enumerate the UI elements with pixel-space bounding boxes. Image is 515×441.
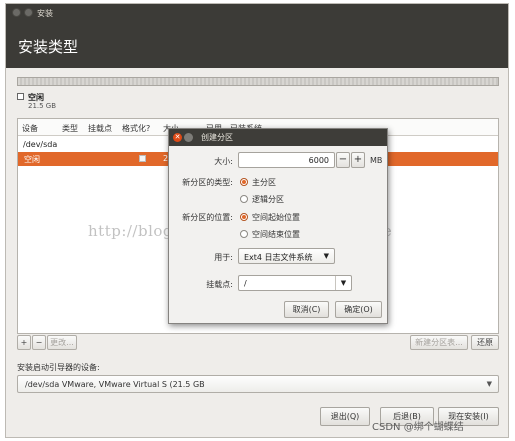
mount-point-value: /	[244, 279, 247, 288]
dropdown-arrow-icon: ▼	[323, 252, 329, 260]
window-title: 安装	[37, 9, 53, 18]
size-unit: MB	[370, 156, 383, 165]
table-row-device[interactable]: /dev/sda	[23, 140, 57, 149]
dropdown-arrow-icon[interactable]: ▼	[335, 276, 351, 290]
use-as-value: Ext4 日志文件系统	[244, 253, 313, 262]
add-partition-button[interactable]: +	[17, 335, 31, 350]
type-label: 新分区的类型:	[182, 178, 233, 187]
location-end-label[interactable]: 空间结束位置	[252, 229, 300, 240]
column-header-device[interactable]: 设备	[22, 123, 38, 134]
window-titlebar: 安装 安装类型	[6, 4, 508, 68]
size-label: 大小:	[214, 157, 233, 166]
use-as-label: 用于:	[214, 253, 233, 262]
use-as-select[interactable]: Ext4 日志文件系统 ▼	[238, 248, 335, 264]
location-start-radio[interactable]	[240, 213, 248, 221]
primary-partition-label[interactable]: 主分区	[252, 177, 276, 188]
column-header-format[interactable]: 格式化?	[122, 123, 150, 134]
boot-loader-select[interactable]: /dev/sda VMware, VMware Virtual S (21.5 …	[17, 375, 499, 393]
mount-point-label: 挂载点:	[206, 280, 233, 289]
dialog-close-icon[interactable]: ✕	[173, 133, 182, 142]
dialog-minimize-icon[interactable]	[184, 133, 193, 142]
size-input[interactable]: 6000	[238, 152, 335, 168]
free-space-color-swatch	[17, 93, 24, 100]
column-header-type[interactable]: 类型	[62, 123, 78, 134]
mount-point-combo[interactable]: / ▼	[238, 275, 352, 291]
dialog-title: 创建分区	[201, 133, 233, 142]
revert-button[interactable]: 还原	[471, 335, 499, 350]
create-partition-dialog: ✕ 创建分区 大小: 6000 − + MB 新分区的类型: 主分区 逻辑分区 …	[168, 128, 388, 324]
logical-partition-label[interactable]: 逻辑分区	[252, 194, 284, 205]
dropdown-arrow-icon: ▼	[486, 380, 492, 388]
dialog-titlebar: ✕ 创建分区	[169, 129, 387, 146]
change-partition-button[interactable]: 更改...	[47, 335, 77, 350]
size-decrement-button[interactable]: −	[336, 152, 350, 168]
quit-button[interactable]: 退出(Q)	[320, 407, 370, 426]
partition-bar	[17, 77, 499, 86]
size-increment-button[interactable]: +	[351, 152, 365, 168]
location-start-label[interactable]: 空间起始位置	[252, 212, 300, 223]
selected-row-device: 空闲	[24, 155, 40, 164]
dialog-cancel-button[interactable]: 取消(C)	[284, 301, 329, 318]
column-header-mount[interactable]: 挂载点	[88, 123, 112, 134]
free-space-size: 21.5 GB	[28, 102, 57, 110]
primary-partition-radio[interactable]	[240, 178, 248, 186]
page-title: 安装类型	[18, 38, 79, 56]
boot-loader-label: 安装启动引导器的设备:	[17, 363, 100, 372]
dialog-ok-button[interactable]: 确定(O)	[335, 301, 382, 318]
format-checkbox[interactable]	[139, 155, 146, 162]
location-end-radio[interactable]	[240, 230, 248, 238]
boot-loader-value: /dev/sda VMware, VMware Virtual S (21.5 …	[25, 380, 205, 389]
logical-partition-radio[interactable]	[240, 195, 248, 203]
minimize-icon[interactable]	[24, 8, 33, 17]
close-icon[interactable]	[12, 8, 21, 17]
csdn-watermark: CSDN @绑个蝴蝶结	[372, 422, 464, 433]
location-label: 新分区的位置:	[182, 213, 233, 222]
remove-partition-button[interactable]: −	[32, 335, 46, 350]
new-partition-table-button[interactable]: 新建分区表...	[410, 335, 468, 350]
